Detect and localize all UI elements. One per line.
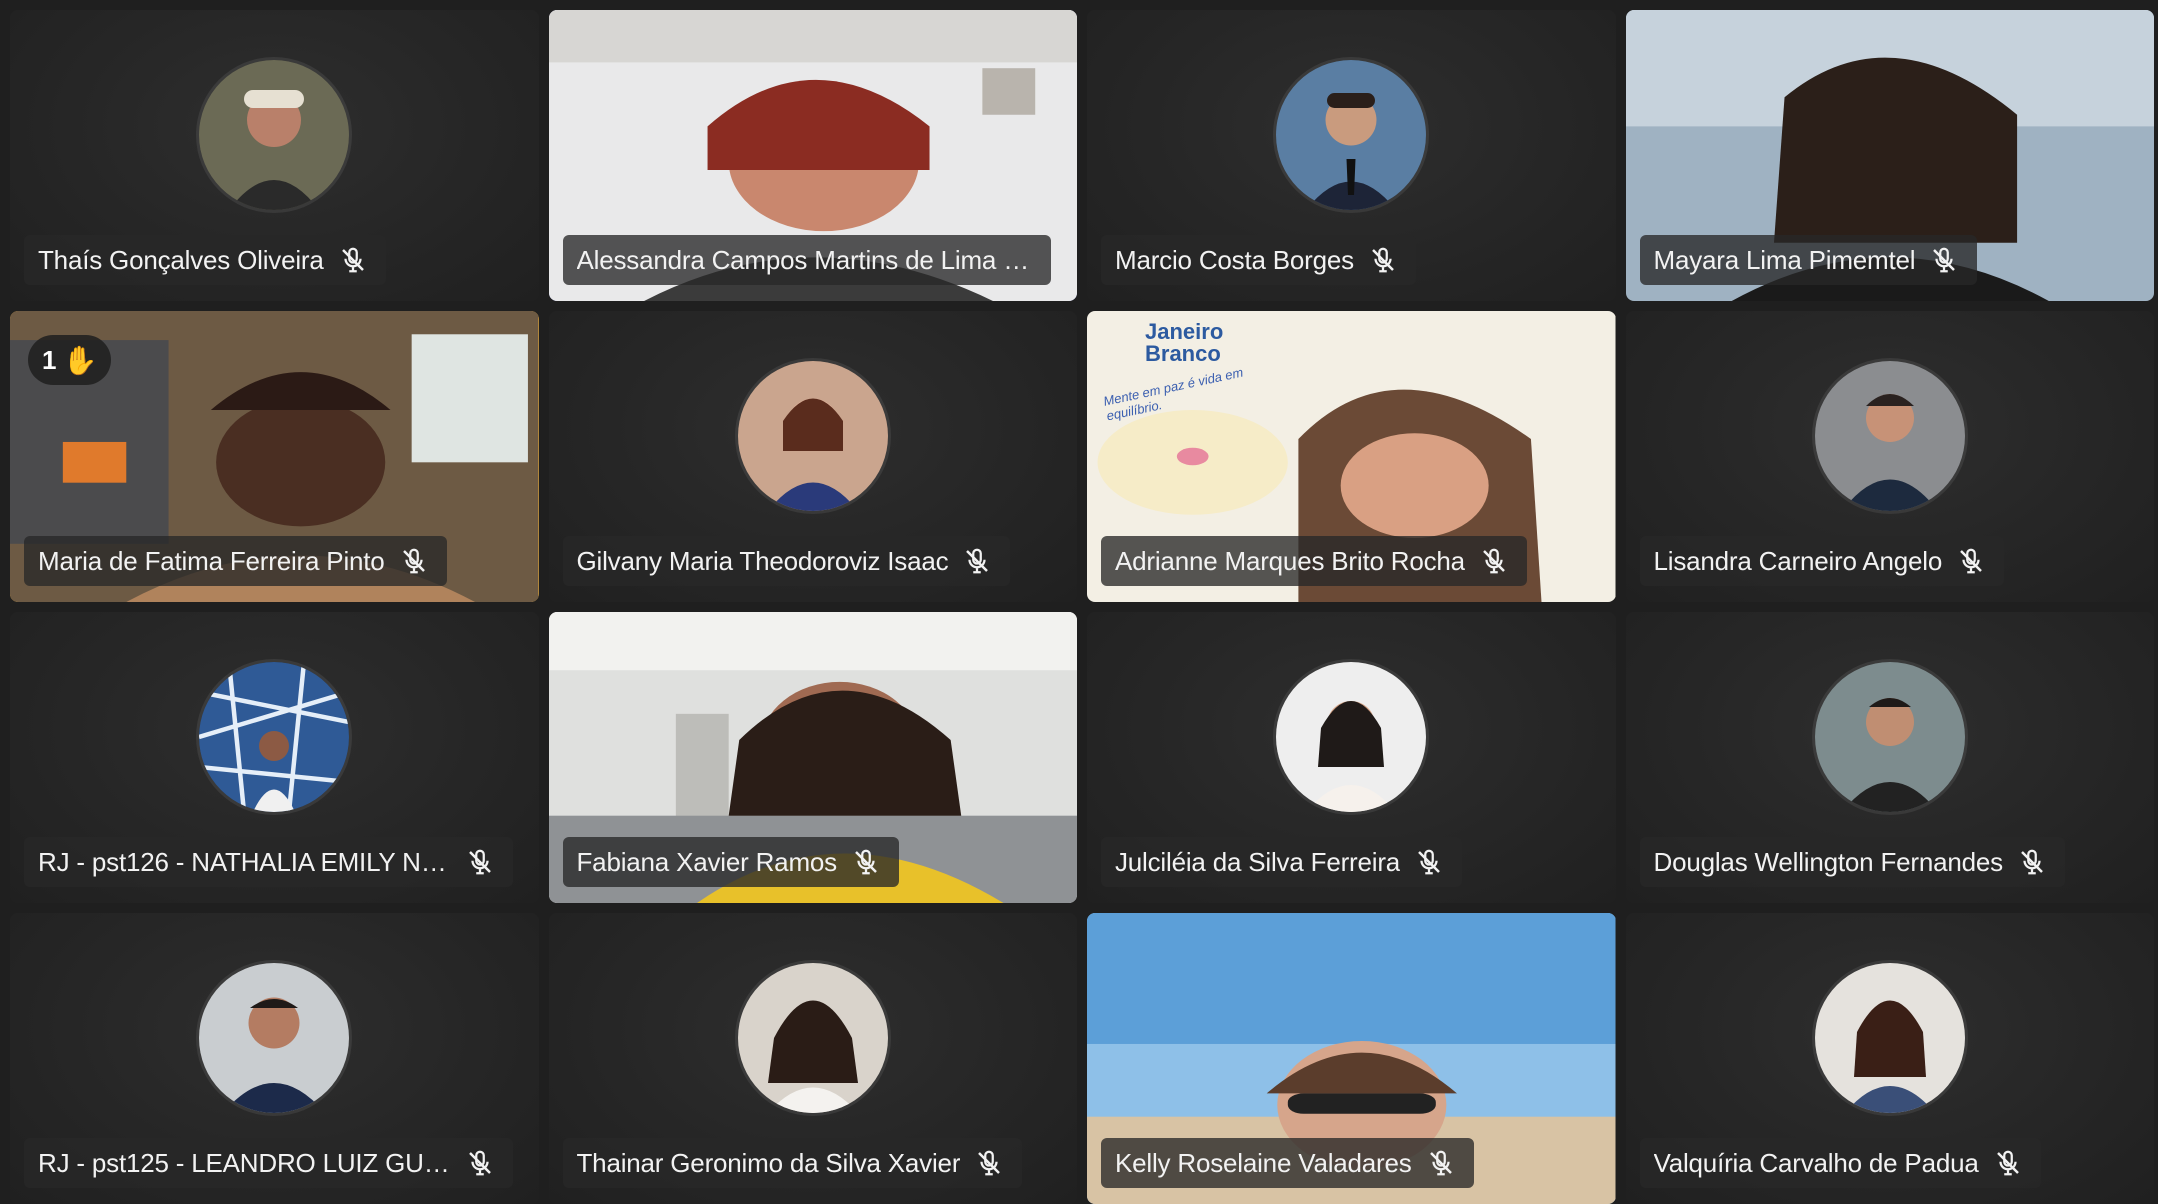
avatar [1814, 661, 1965, 812]
nameplate: Marcio Costa Borges [1101, 235, 1416, 285]
mic-off-icon [1993, 1148, 2023, 1178]
participant-tile[interactable]: RJ - pst125 - LEANDRO LUIZ GUIM... [10, 913, 539, 1204]
nameplate: RJ - pst126 - NATHALIA EMILY NAS... [24, 837, 513, 887]
avatar [1814, 962, 1965, 1113]
nameplate: Julciléia da Silva Ferreira [1101, 837, 1463, 887]
participant-tile[interactable]: Gilvany Maria Theodoroviz Isaac [548, 311, 1077, 602]
participant-name: Thainar Geronimo da Silva Xavier [576, 1147, 961, 1178]
nameplate: Adrianne Marques Brito Rocha [1101, 536, 1527, 586]
avatar [737, 962, 888, 1113]
participant-name: Fabiana Xavier Ramos [576, 846, 837, 877]
mic-off-icon [465, 1148, 495, 1178]
participant-tile[interactable]: Thaís Gonçalves Oliveira [10, 10, 539, 301]
participant-name: Alessandra Campos Martins de Lima Ci... [576, 244, 1034, 275]
mic-off-icon [851, 847, 881, 877]
avatar [1814, 360, 1965, 511]
participant-tile[interactable]: Janeiro Branco Mente em paz é vida em eq… [1087, 311, 1616, 602]
participant-tile[interactable]: RJ - pst126 - NATHALIA EMILY NAS... [10, 612, 539, 903]
nameplate: Alessandra Campos Martins de Lima Ci... [562, 235, 1051, 285]
participant-name: Adrianne Marques Brito Rocha [1115, 545, 1465, 576]
campaign-overlay-title: Janeiro Branco [1145, 319, 1224, 366]
participant-tile[interactable]: Kelly Roselaine Valadares [1087, 913, 1616, 1204]
participant-name: Lisandra Carneiro Angelo [1653, 545, 1943, 576]
nameplate: Lisandra Carneiro Angelo [1639, 536, 2005, 586]
nameplate: Gilvany Maria Theodoroviz Isaac [562, 536, 1011, 586]
nameplate: Valquíria Carvalho de Padua [1639, 1138, 2041, 1188]
raised-hand-badge: 1 ✋ [28, 335, 112, 385]
participant-tile[interactable]: Lisandra Carneiro Angelo [1625, 311, 2154, 602]
participant-name: Kelly Roselaine Valadares [1115, 1147, 1412, 1178]
participant-name: RJ - pst126 - NATHALIA EMILY NAS... [38, 846, 451, 877]
nameplate: Fabiana Xavier Ramos [562, 837, 899, 887]
avatar [1276, 661, 1427, 812]
participant-name: Mayara Lima Pimemtel [1653, 244, 1916, 275]
nameplate: Thainar Geronimo da Silva Xavier [562, 1138, 1023, 1188]
mic-off-icon [974, 1148, 1004, 1178]
video-grid: Thaís Gonçalves Oliveira Alessandra Camp… [10, 10, 2154, 1204]
nameplate: Douglas Wellington Fernandes [1639, 837, 2065, 887]
avatar [199, 661, 350, 812]
participant-tile-speaking[interactable]: Alessandra Campos Martins de Lima Ci... [548, 10, 1077, 301]
participant-name: Marcio Costa Borges [1115, 244, 1354, 275]
mic-off-icon [1426, 1148, 1456, 1178]
mic-off-icon [1479, 546, 1509, 576]
participant-tile[interactable]: Thainar Geronimo da Silva Xavier [548, 913, 1077, 1204]
participant-tile[interactable]: Valquíria Carvalho de Padua [1625, 913, 2154, 1204]
nameplate: RJ - pst125 - LEANDRO LUIZ GUIM... [24, 1138, 513, 1188]
raised-hand-icon: ✋ [62, 344, 98, 376]
mic-off-icon [1929, 245, 1959, 275]
nameplate: Thaís Gonçalves Oliveira [24, 235, 386, 285]
participant-tile[interactable]: Fabiana Xavier Ramos [548, 612, 1077, 903]
avatar [199, 59, 350, 210]
participant-tile[interactable]: Marcio Costa Borges [1087, 10, 1616, 301]
participant-tile[interactable]: Mayara Lima Pimemtel [1625, 10, 2154, 301]
participant-name: Maria de Fatima Ferreira Pinto [38, 545, 385, 576]
participant-tile[interactable]: Julciléia da Silva Ferreira [1087, 612, 1616, 903]
participant-name: Julciléia da Silva Ferreira [1115, 846, 1401, 877]
avatar [737, 360, 888, 511]
nameplate: Mayara Lima Pimemtel [1639, 235, 1978, 285]
mic-off-icon [338, 245, 368, 275]
avatar [1276, 59, 1427, 210]
nameplate: Maria de Fatima Ferreira Pinto [24, 536, 447, 586]
participant-name: Douglas Wellington Fernandes [1653, 846, 2003, 877]
participant-name: Gilvany Maria Theodoroviz Isaac [576, 545, 949, 576]
mic-off-icon [2017, 847, 2047, 877]
mic-off-icon [465, 847, 495, 877]
mic-off-icon [1414, 847, 1444, 877]
nameplate: Kelly Roselaine Valadares [1101, 1138, 1474, 1188]
mic-off-icon [399, 546, 429, 576]
participant-tile-hand-raised[interactable]: 1 ✋ Maria de Fatima Ferreira Pinto [10, 311, 539, 602]
participant-name: Thaís Gonçalves Oliveira [38, 244, 324, 275]
mic-off-icon [962, 546, 992, 576]
mic-off-icon [1368, 245, 1398, 275]
avatar [199, 962, 350, 1113]
participant-name: RJ - pst125 - LEANDRO LUIZ GUIM... [38, 1147, 451, 1178]
hand-queue-number: 1 [42, 344, 57, 375]
participant-tile[interactable]: Douglas Wellington Fernandes [1625, 612, 2154, 903]
mic-off-icon [1956, 546, 1986, 576]
participant-name: Valquíria Carvalho de Padua [1653, 1147, 1979, 1178]
